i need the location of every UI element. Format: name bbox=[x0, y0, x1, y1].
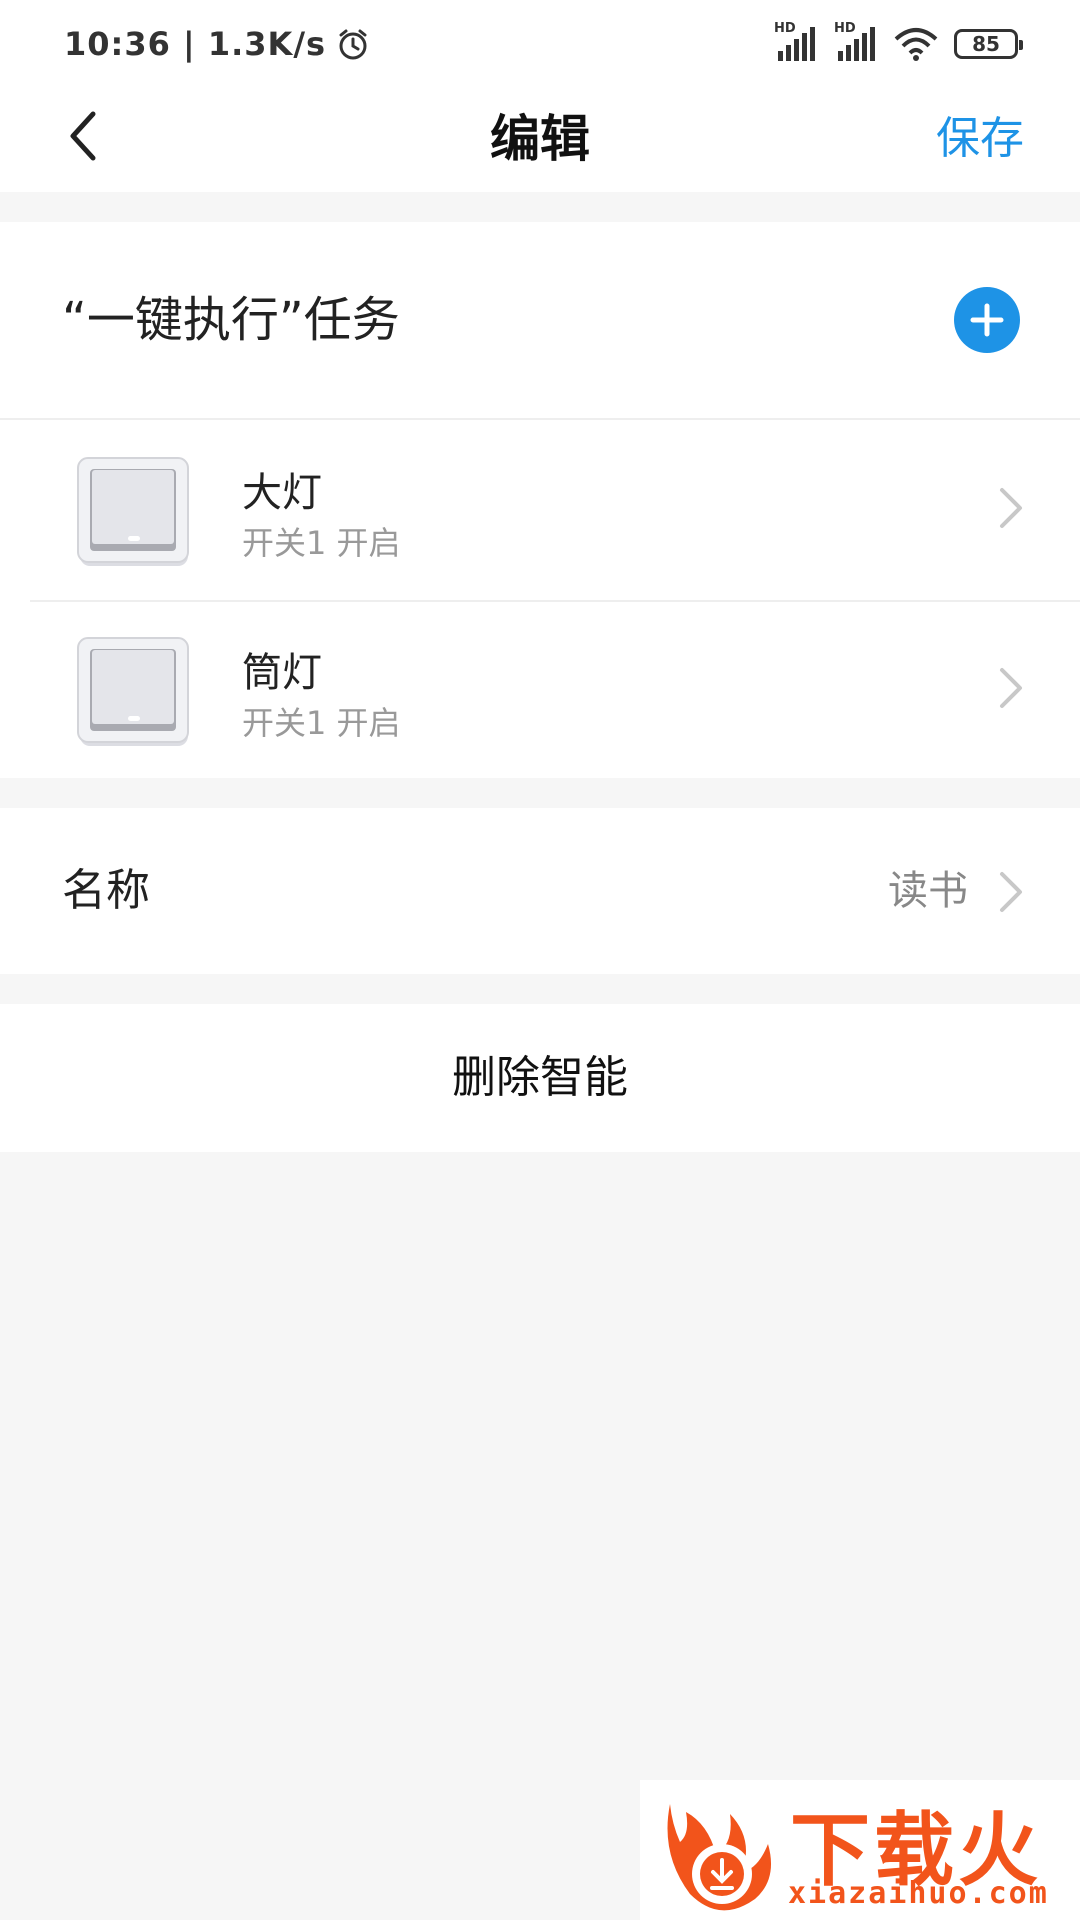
watermark: 下载火 xiazaihuo.com bbox=[640, 1780, 1080, 1920]
task-section: “一键执行”任务 大灯 开关1 开启 筒灯 开关1 开启 bbox=[0, 222, 1080, 778]
status-right: HD HD 85 bbox=[774, 21, 1023, 66]
task-item-name: 筒灯 bbox=[242, 650, 322, 696]
task-item-name: 大灯 bbox=[242, 470, 322, 516]
status-bar: 10:36 | 1.3K/s HD HD 85 bbox=[0, 0, 1080, 86]
name-row[interactable]: 名称 读书 bbox=[0, 808, 1080, 974]
delete-section: 删除智能 bbox=[0, 1004, 1080, 1152]
alarm-icon bbox=[339, 29, 367, 60]
back-button[interactable] bbox=[52, 96, 112, 176]
page-title: 编辑 bbox=[490, 110, 590, 168]
signal-icon: HD bbox=[774, 21, 818, 61]
task-item-status: 开关1 开启 bbox=[242, 704, 401, 742]
task-section-title: “一键执行”任务 bbox=[62, 292, 400, 348]
task-section-header: “一键执行”任务 bbox=[0, 222, 1080, 418]
wall-switch-icon bbox=[77, 637, 189, 746]
task-item-2[interactable]: 筒灯 开关1 开启 bbox=[0, 600, 1080, 780]
chevron-right-icon bbox=[1000, 872, 1022, 912]
wall-switch-icon bbox=[77, 457, 189, 566]
chevron-right-icon bbox=[1000, 488, 1022, 528]
name-label: 名称 bbox=[62, 865, 150, 916]
status-time-speed: 10:36 | 1.3K/s bbox=[64, 25, 327, 63]
signal-icon-2: HD bbox=[834, 21, 878, 61]
name-value: 读书 bbox=[888, 868, 968, 914]
save-button[interactable]: 保存 bbox=[936, 86, 1024, 192]
watermark-url: xiazaihuo.com bbox=[788, 1876, 1049, 1911]
delete-smart-button[interactable]: 删除智能 bbox=[0, 1004, 1080, 1152]
task-item-1[interactable]: 大灯 开关1 开启 bbox=[0, 420, 1080, 600]
add-task-button[interactable] bbox=[954, 287, 1020, 353]
plus-icon bbox=[970, 303, 1004, 337]
task-item-status: 开关1 开启 bbox=[242, 524, 401, 562]
nav-bar: 编辑 保存 bbox=[0, 86, 1080, 192]
status-left: 10:36 | 1.3K/s bbox=[64, 22, 370, 66]
chevron-right-icon bbox=[1000, 668, 1022, 708]
battery-indicator: 85 bbox=[954, 29, 1023, 59]
flame-logo-icon bbox=[667, 1804, 772, 1911]
wifi-icon bbox=[894, 28, 938, 61]
back-arrow-icon bbox=[70, 111, 96, 161]
